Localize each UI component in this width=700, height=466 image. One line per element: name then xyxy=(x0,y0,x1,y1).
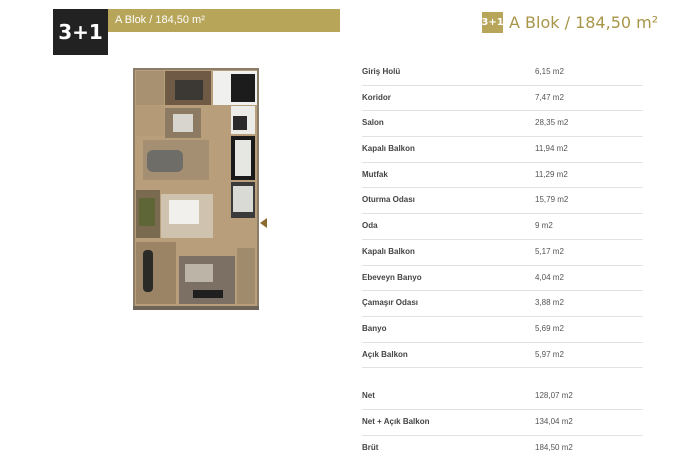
table-row: Ebeveyn Banyo 4,04 m2 xyxy=(362,266,643,292)
total-value: 128,07 m2 xyxy=(535,391,573,401)
unit-type-badge-small: 3+1 xyxy=(481,11,504,33)
room-area-table: Giriş Holü 6,15 m2 Koridor 7,47 m2 Salon… xyxy=(362,60,643,460)
total-label: Brüt xyxy=(362,442,379,452)
total-label: Net xyxy=(362,391,375,401)
table-row: Çamaşır Odası 3,88 m2 xyxy=(362,291,643,317)
room-label: Kapalı Balkon xyxy=(362,246,415,256)
unit-title-bar: A Blok / 184,50 m² xyxy=(108,9,340,32)
unit-type-badge: 3+1 xyxy=(53,9,108,55)
table-row: Açık Balkon 5,97 m2 xyxy=(362,343,643,369)
room-label: Ebeveyn Banyo xyxy=(362,272,422,282)
total-value: 134,04 m2 xyxy=(535,416,573,426)
table-row: Banyo 5,69 m2 xyxy=(362,317,643,343)
room-area: 5,69 m2 xyxy=(535,323,564,333)
total-row: Net + Açık Balkon 134,04 m2 xyxy=(362,410,643,436)
room-area: 9 m2 xyxy=(535,221,553,231)
room-label: Çamaşır Odası xyxy=(362,298,419,308)
room-area: 5,97 m2 xyxy=(535,349,564,359)
entrance-marker-icon xyxy=(260,218,267,228)
room-label: Koridor xyxy=(362,92,391,102)
room-label: Oturma Odası xyxy=(362,195,415,205)
table-row: Koridor 7,47 m2 xyxy=(362,86,643,112)
table-row: Kapalı Balkon 11,94 m2 xyxy=(362,137,643,163)
room-area: 7,47 m2 xyxy=(535,92,564,102)
table-row: Mutfak 11,29 m2 xyxy=(362,163,643,189)
room-area: 28,35 m2 xyxy=(535,118,569,128)
table-row: Giriş Holü 6,15 m2 xyxy=(362,60,643,86)
room-label: Salon xyxy=(362,118,384,128)
table-row: Oturma Odası 15,79 m2 xyxy=(362,188,643,215)
room-area: 3,88 m2 xyxy=(535,298,564,308)
room-label: Oda xyxy=(362,221,378,231)
total-label: Net + Açık Balkon xyxy=(362,416,430,426)
table-row: Oda 9 m2 xyxy=(362,214,643,240)
room-label: Açık Balkon xyxy=(362,349,408,359)
room-area: 11,29 m2 xyxy=(535,169,568,179)
total-row: Net 128,07 m2 xyxy=(362,384,643,410)
floor-plan-image xyxy=(133,68,259,310)
room-label: Mutfak xyxy=(362,169,388,179)
room-area: 15,79 m2 xyxy=(535,195,569,205)
unit-heading: 3+1 A Blok / 184,50 m² xyxy=(481,9,659,35)
room-label: Kapalı Balkon xyxy=(362,144,415,154)
room-label: Giriş Holü xyxy=(362,67,401,76)
room-area: 11,94 m2 xyxy=(535,144,568,154)
table-spacer xyxy=(362,368,643,384)
unit-title: A Blok / 184,50 m² xyxy=(509,12,659,32)
table-row: Salon 28,35 m2 xyxy=(362,111,643,138)
room-area: 5,17 m2 xyxy=(535,246,564,256)
room-area: 4,04 m2 xyxy=(535,272,564,282)
total-row: Brüt 184,50 m2 xyxy=(362,436,643,461)
room-area: 6,15 m2 xyxy=(535,67,564,76)
room-label: Banyo xyxy=(362,323,387,333)
total-value: 184,50 m2 xyxy=(535,442,573,452)
table-row: Kapalı Balkon 5,17 m2 xyxy=(362,240,643,266)
